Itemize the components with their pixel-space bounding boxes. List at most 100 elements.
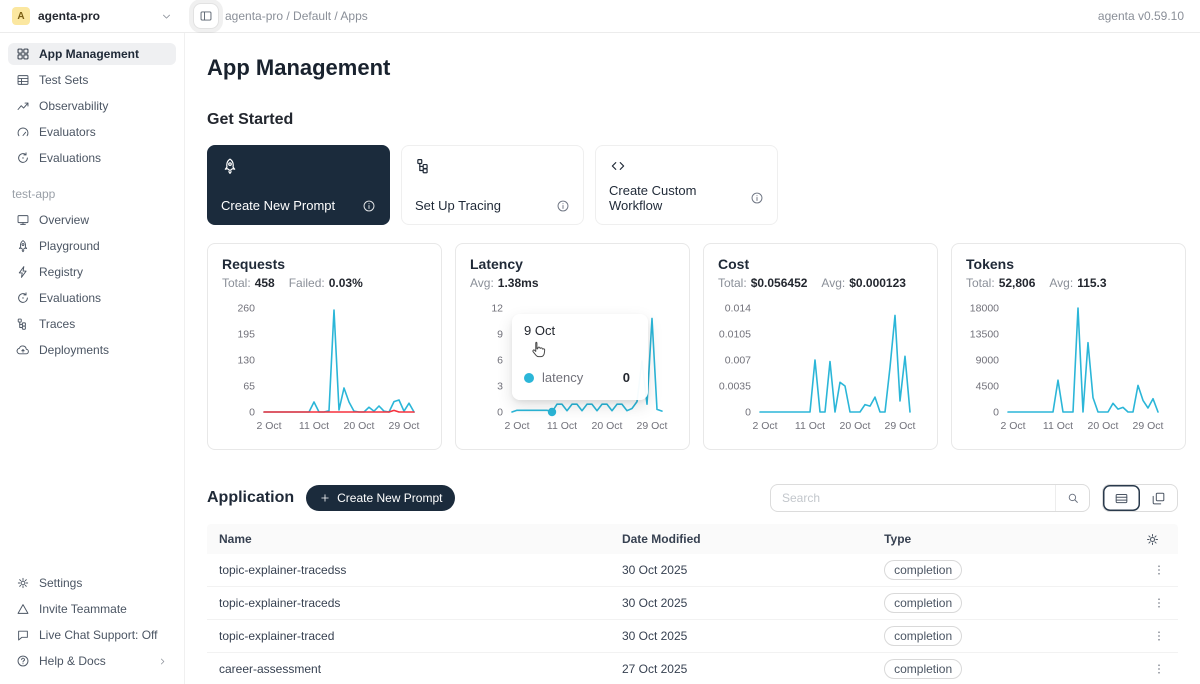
sidebar: App Management Test Sets Observability Eval… xyxy=(0,33,185,684)
card-view-button[interactable] xyxy=(1140,485,1177,511)
table-row[interactable]: topic-explainer-traced30 Oct 2025complet… xyxy=(207,620,1178,653)
sync-icon xyxy=(16,151,30,165)
sidebar-item-app-management[interactable]: App Management xyxy=(8,43,176,65)
sidebar-item-label: App Management xyxy=(39,47,139,61)
sidebar-item-label: Deployments xyxy=(39,343,109,357)
app-name-cell: topic-explainer-tracedss xyxy=(207,563,610,577)
date-modified-cell: 30 Oct 2025 xyxy=(610,563,872,577)
info-icon[interactable] xyxy=(556,199,570,213)
sidebar-item-deployments[interactable]: Deployments xyxy=(8,339,176,361)
cost-chart[interactable]: 00.00350.0070.01050.0142 Oct11 Oct20 Oct… xyxy=(718,296,923,436)
table-view-icon xyxy=(1114,491,1129,506)
sidebar-item-traces[interactable]: Traces xyxy=(8,313,176,335)
bolt-icon xyxy=(16,265,30,279)
type-cell: completion xyxy=(872,593,1090,613)
sidebar-item-settings[interactable]: Settings xyxy=(8,572,176,594)
card-view-icon xyxy=(1151,491,1166,506)
sidebar-toggle-button[interactable] xyxy=(193,3,219,29)
sidebar-item-invite-teammate[interactable]: Invite Teammate xyxy=(8,598,176,620)
type-cell: completion xyxy=(872,659,1090,679)
sidebar-item-observability[interactable]: Observability xyxy=(8,95,176,117)
get-started-card-create-new-prompt[interactable]: Create New Prompt xyxy=(207,145,390,225)
traces-icon xyxy=(415,157,570,175)
svg-text:260: 260 xyxy=(237,303,255,315)
row-actions-kebab-icon[interactable] xyxy=(1152,596,1166,610)
get-started-card-label: Create New Prompt xyxy=(221,198,335,213)
sidebar-nav-project: Overview Playground Registry Evaluations Tra… xyxy=(0,209,184,365)
gauge-icon xyxy=(16,125,30,139)
row-actions-kebab-icon[interactable] xyxy=(1152,563,1166,577)
tooltip-series-row: latency0 xyxy=(524,370,636,385)
help-icon xyxy=(16,654,30,668)
get-started-heading: Get Started xyxy=(207,111,1178,129)
search-input[interactable] xyxy=(771,491,1055,505)
sidebar-item-live-chat-support-off[interactable]: Live Chat Support: Off xyxy=(8,624,176,646)
chart-icon xyxy=(16,99,30,113)
svg-text:20 Oct: 20 Oct xyxy=(1088,420,1119,432)
get-started-card-create-custom-workflow[interactable]: Create Custom Workflow xyxy=(595,145,778,225)
requests-chart[interactable]: 0651301952602 Oct11 Oct20 Oct29 Oct xyxy=(222,296,427,436)
svg-text:11 Oct: 11 Oct xyxy=(795,420,825,432)
sidebar-item-label: Live Chat Support: Off xyxy=(39,628,158,642)
row-actions-kebab-icon[interactable] xyxy=(1152,662,1166,676)
sidebar-item-playground[interactable]: Playground xyxy=(8,235,176,257)
workspace-selector[interactable]: A agenta-pro xyxy=(0,7,185,25)
svg-text:0: 0 xyxy=(993,407,999,419)
create-new-prompt-button[interactable]: Create New Prompt xyxy=(306,485,455,511)
sidebar-item-registry[interactable]: Registry xyxy=(8,261,176,283)
panel-toggle-icon xyxy=(199,9,213,23)
type-badge: completion xyxy=(884,593,962,613)
sidebar-item-test-sets[interactable]: Test Sets xyxy=(8,69,176,91)
table-row[interactable]: career-assessment27 Oct 2025completion xyxy=(207,653,1178,684)
type-cell: completion xyxy=(872,560,1090,580)
cost-stat: Total:$0.056452 xyxy=(718,276,807,290)
apps-table: Name Date Modified Type topic-explainer-… xyxy=(207,524,1178,684)
get-started-cards: Create New Prompt Set Up TracingCreate Cu… xyxy=(207,145,1178,225)
type-cell: completion xyxy=(872,626,1090,646)
main-content: App Management Get Started Create New Pr… xyxy=(185,33,1200,684)
breadcrumb[interactable]: agenta-pro / Default / Apps xyxy=(225,9,368,23)
page-title: App Management xyxy=(207,55,1178,81)
get-started-card-set-up-tracing[interactable]: Set Up Tracing xyxy=(401,145,584,225)
create-new-prompt-label: Create New Prompt xyxy=(337,491,442,505)
info-icon[interactable] xyxy=(362,199,376,213)
view-switcher xyxy=(1102,484,1178,512)
sidebar-item-label: Evaluations xyxy=(39,151,101,165)
row-actions-kebab-icon[interactable] xyxy=(1152,629,1166,643)
sidebar-item-overview[interactable]: Overview xyxy=(8,209,176,231)
sidebar-item-help-docs[interactable]: Help & Docs xyxy=(8,650,176,672)
svg-text:0.007: 0.007 xyxy=(725,355,751,367)
date-modified-cell: 30 Oct 2025 xyxy=(610,596,872,610)
sidebar-item-evaluations[interactable]: Evaluations xyxy=(8,147,176,169)
svg-text:2 Oct: 2 Oct xyxy=(504,420,529,432)
tokens-chart[interactable]: 04500900013500180002 Oct11 Oct20 Oct29 O… xyxy=(966,296,1171,436)
rocket-icon xyxy=(16,239,30,253)
table-row[interactable]: topic-explainer-traceds30 Oct 2025comple… xyxy=(207,587,1178,620)
sidebar-item-label: Overview xyxy=(39,213,89,227)
column-header-type: Type xyxy=(872,532,1090,546)
svg-text:6: 6 xyxy=(497,355,503,367)
top-bar: A agenta-pro agenta-pro / Default / Apps… xyxy=(0,0,1200,33)
svg-text:2 Oct: 2 Oct xyxy=(752,420,777,432)
table-view-button[interactable] xyxy=(1103,485,1140,511)
cost-metric-card: CostTotal:$0.056452Avg:$0.00012300.00350… xyxy=(703,243,938,450)
sidebar-item-label: Traces xyxy=(39,317,75,331)
sidebar-project-label: test-app xyxy=(0,173,184,209)
type-badge: completion xyxy=(884,560,962,580)
table-settings-gear-icon[interactable] xyxy=(1145,532,1160,547)
search-button[interactable] xyxy=(1055,485,1089,511)
info-icon[interactable] xyxy=(750,191,764,205)
requests-stat: Total:458 xyxy=(222,276,275,290)
sidebar-item-label: Invite Teammate xyxy=(39,602,127,616)
sidebar-item-label: Evaluations xyxy=(39,291,101,305)
table-row[interactable]: topic-explainer-tracedss30 Oct 2025 compl… xyxy=(207,554,1178,587)
sidebar-item-label: Help & Docs xyxy=(39,654,106,668)
application-heading: Application xyxy=(207,489,294,507)
svg-text:12: 12 xyxy=(491,303,503,315)
sidebar-item-evaluations[interactable]: Evaluations xyxy=(8,287,176,309)
gear-icon xyxy=(16,576,30,590)
table-header: Name Date Modified Type xyxy=(207,524,1178,554)
sidebar-item-evaluators[interactable]: Evaluators xyxy=(8,121,176,143)
type-badge: completion xyxy=(884,659,962,679)
workspace-avatar: A xyxy=(12,7,30,25)
